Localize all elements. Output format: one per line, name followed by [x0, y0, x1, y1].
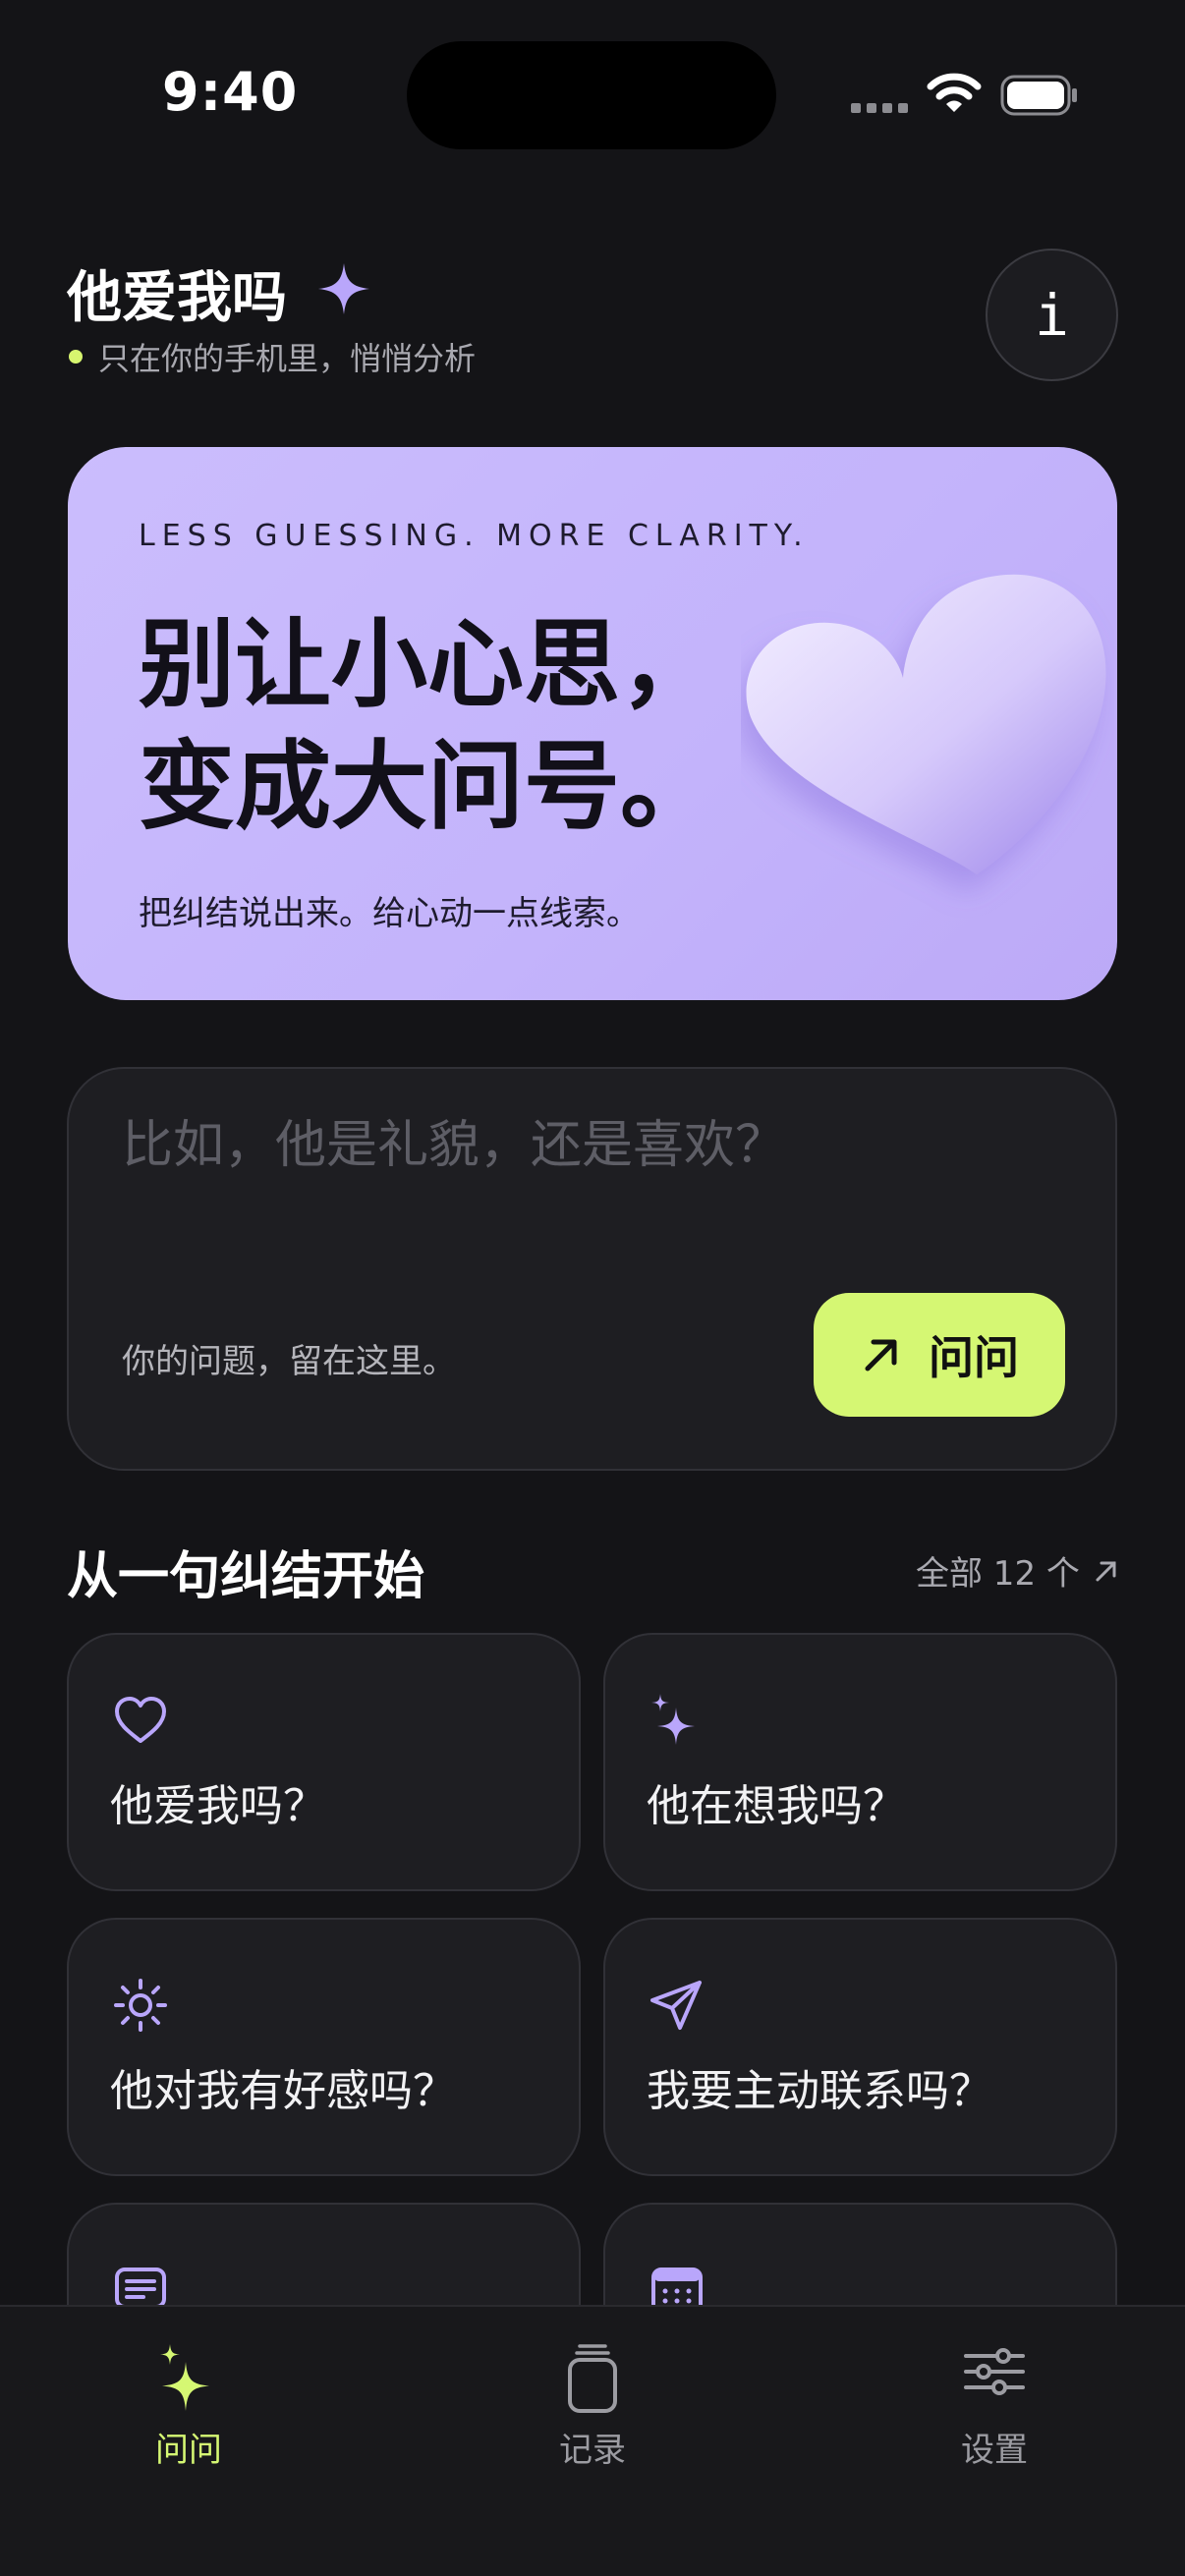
- tab-label: 问问: [155, 2431, 222, 2470]
- question-composer: 你的问题，留在这里。 问问: [67, 1067, 1117, 1471]
- sparkles-icon: [160, 2344, 209, 2411]
- privacy-status-dot: [69, 350, 83, 364]
- question-label: 我要主动联系吗？: [647, 2066, 992, 2116]
- heart-icon: [115, 1697, 166, 1743]
- tab-label: 记录: [559, 2431, 626, 2470]
- question-card-loves-me[interactable]: 他爱我吗？: [67, 1633, 581, 1891]
- question-label: 他在想我吗？: [647, 1781, 906, 1831]
- hero-card: LESS GUESSING. MORE CLARITY. 别让小心思， 变成大问…: [68, 447, 1117, 1000]
- heart-illustration: [746, 574, 1106, 874]
- dynamic-island: [407, 41, 776, 149]
- question-card-likes-me[interactable]: 他对我有好感吗？: [67, 1918, 581, 2176]
- hero-headline: 别让小心思， 变成大问号。: [139, 604, 716, 848]
- sun-icon: [114, 1979, 167, 2032]
- hero-headline-line-2: 变成大问号。: [139, 731, 717, 843]
- jar-icon: [568, 2344, 617, 2413]
- battery-icon: [1000, 75, 1077, 116]
- composer-hint: 你的问题，留在这里。: [122, 1342, 456, 1381]
- section-title: 从一句纠结开始: [67, 1547, 425, 1606]
- question-input[interactable]: [122, 1116, 1006, 1175]
- question-card-thinking-of-me[interactable]: 他在想我吗？: [603, 1633, 1117, 1891]
- cellular-signal-icon: [851, 103, 908, 113]
- tab-settings[interactable]: 设置: [876, 2340, 1112, 2471]
- tab-bar: 问问 记录 设置: [0, 2305, 1185, 2576]
- hero-headline-line-1: 别让小心思，: [139, 609, 717, 721]
- send-icon: [650, 1981, 702, 2030]
- arrow-up-right-icon: [1096, 1561, 1116, 1581]
- privacy-subtitle: 只在你的手机里，悄悄分析: [98, 340, 477, 377]
- app-title: 他爱我吗: [67, 266, 287, 330]
- wifi-icon: [927, 73, 982, 112]
- sparkles-icon: [651, 1694, 695, 1745]
- sliders-icon: [964, 2348, 1025, 2395]
- info-button[interactable]: i: [986, 249, 1118, 381]
- tab-label: 设置: [961, 2431, 1028, 2470]
- tab-records[interactable]: 记录: [475, 2340, 710, 2471]
- question-label: 他爱我吗？: [110, 1781, 326, 1831]
- hero-kicker: LESS GUESSING. MORE CLARITY.: [139, 519, 810, 553]
- ask-button-label: 问问: [929, 1331, 1019, 1384]
- sparkle-icon: [318, 263, 369, 314]
- see-all-link[interactable]: 全部 12 个: [916, 1546, 1119, 1595]
- question-label: 他对我有好感吗？: [110, 2066, 456, 2116]
- see-all-label: 全部 12 个: [916, 1554, 1080, 1594]
- arrow-up-right-icon: [865, 1339, 897, 1372]
- ask-button[interactable]: 问问: [814, 1293, 1065, 1417]
- info-icon: i: [1035, 281, 1069, 349]
- hero-subtext: 把纠结说出来。给心动一点线索。: [139, 894, 640, 933]
- status-time: 9:40: [162, 61, 299, 123]
- tab-ask[interactable]: 问问: [71, 2340, 307, 2471]
- question-card-reach-out[interactable]: 我要主动联系吗？: [603, 1918, 1117, 2176]
